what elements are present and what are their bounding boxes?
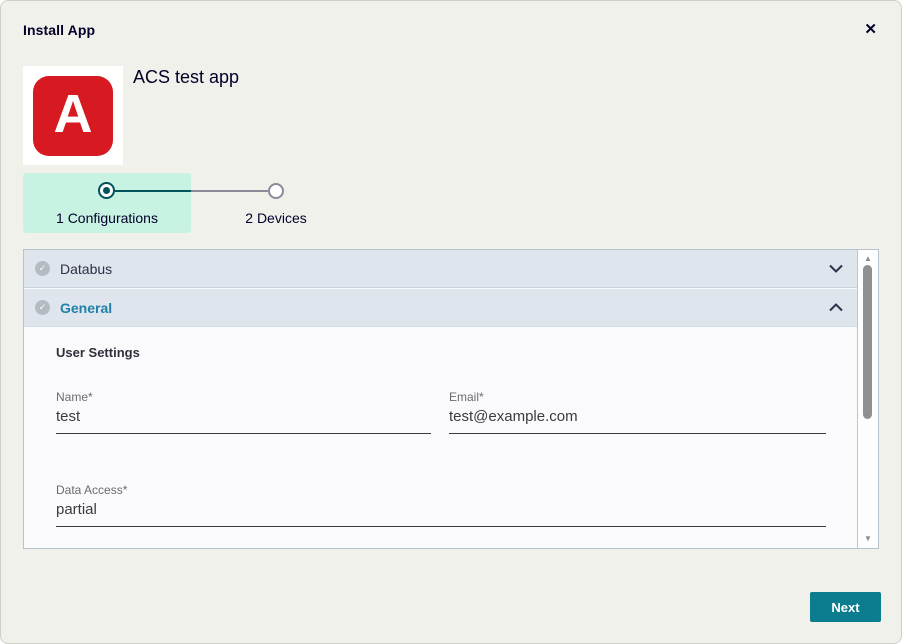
name-field-label: Name* (56, 390, 431, 404)
app-icon: A (23, 66, 123, 165)
scrollbar-thumb[interactable] (863, 265, 872, 419)
scroll-down-arrow-icon[interactable]: ▼ (858, 533, 878, 545)
data-access-field: Data Access* partial (56, 483, 826, 527)
data-access-input[interactable]: partial (56, 501, 826, 527)
step-devices-circle-icon (268, 183, 284, 199)
step-configurations-label: 1 Configurations (23, 210, 191, 226)
check-circle-icon: ✓ (35, 300, 50, 315)
step-active-dot (103, 187, 110, 194)
email-field-label: Email* (449, 390, 826, 404)
step-devices-label[interactable]: 2 Devices (216, 210, 336, 226)
scroll-up-arrow-icon[interactable]: ▲ (858, 253, 878, 265)
name-field: Name* test (56, 390, 431, 434)
email-input[interactable]: test@example.com (449, 408, 826, 434)
accordion-header-databus[interactable]: ✓ Databus (24, 250, 857, 288)
accordion-label-databus: Databus (60, 261, 112, 277)
step-connector-upcoming (191, 190, 268, 192)
user-settings-heading: User Settings (56, 345, 140, 360)
chevron-down-icon (829, 264, 843, 273)
configuration-accordion: ✓ Databus ✓ General User Settings Name* … (23, 249, 879, 549)
data-access-field-label: Data Access* (56, 483, 826, 497)
install-app-dialog: Install App ✕ A ACS test app 1 Configura… (0, 0, 902, 644)
app-name: ACS test app (133, 67, 239, 88)
accordion-header-general[interactable]: ✓ General (24, 289, 857, 327)
close-icon[interactable]: ✕ (864, 20, 877, 38)
next-button[interactable]: Next (810, 592, 881, 622)
app-logo-red-square: A (33, 76, 113, 156)
chevron-up-icon (829, 303, 843, 312)
step-configurations-circle-icon (98, 182, 115, 199)
dialog-title: Install App (23, 22, 95, 38)
vertical-scrollbar[interactable]: ▲ ▼ (857, 250, 878, 548)
step-connector-active (115, 190, 191, 192)
app-logo-letter: A (54, 87, 93, 141)
check-circle-icon: ✓ (35, 261, 50, 276)
name-input[interactable]: test (56, 408, 431, 434)
general-section-panel: User Settings Name* test Email* test@exa… (24, 328, 857, 548)
accordion-label-general: General (60, 300, 112, 316)
email-field: Email* test@example.com (449, 390, 826, 434)
